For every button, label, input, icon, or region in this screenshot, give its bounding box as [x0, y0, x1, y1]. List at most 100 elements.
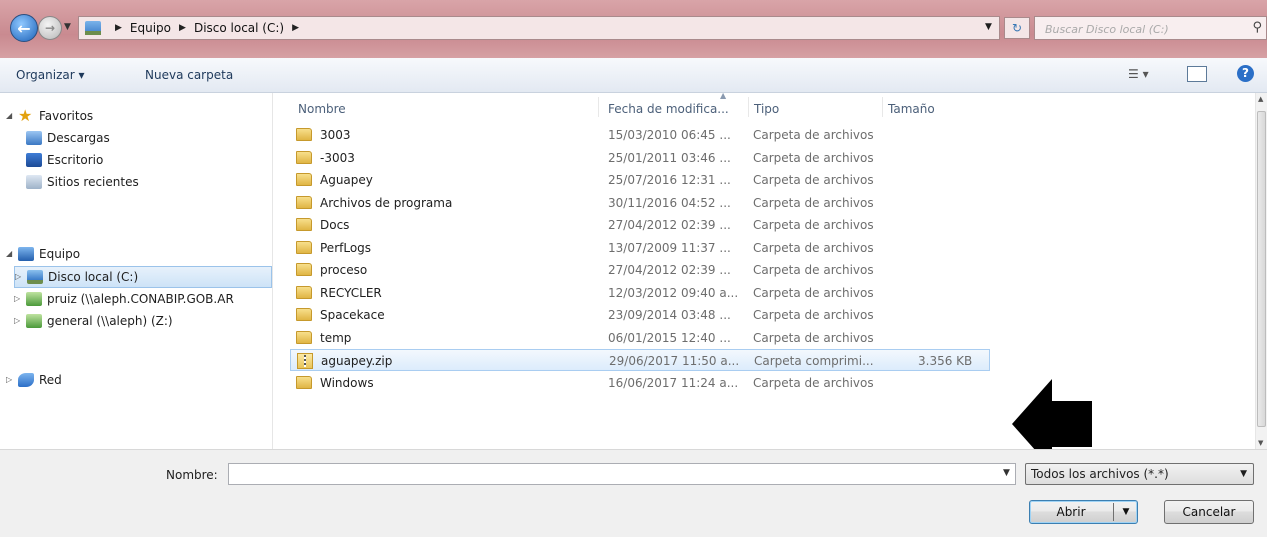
column-name[interactable]: Nombre: [298, 102, 346, 116]
address-history-dropdown[interactable]: ▼: [985, 22, 992, 32]
nav-computer-label: Equipo: [39, 247, 81, 261]
file-date: 27/04/2012 02:39 ...: [608, 263, 731, 277]
nav-item-disco-local[interactable]: ▷ Disco local (C:): [14, 266, 272, 288]
organize-button[interactable]: Organizar ▾: [16, 68, 85, 82]
file-row[interactable]: aguapey.zip 29/06/2017 11:50 a... Carpeta …: [290, 349, 990, 371]
refresh-button[interactable]: ↻: [1004, 17, 1030, 39]
address-bar[interactable]: ▶ Equipo ▶ Disco local (C:) ▶: [78, 16, 1000, 40]
expand-icon[interactable]: ◢: [6, 243, 18, 265]
new-folder-button[interactable]: Nueva carpeta: [145, 68, 233, 82]
computer-icon: [18, 247, 34, 261]
column-divider[interactable]: [882, 97, 883, 117]
nav-item-sitios-recientes[interactable]: Sitios recientes: [26, 171, 139, 193]
nav-item-pruiz[interactable]: ▷ pruiz (\\aleph.CONABIP.GOB.AR: [14, 288, 234, 310]
file-row[interactable]: -3003 25/01/2011 03:46 ... Carpeta de arch…: [290, 147, 990, 169]
nav-network[interactable]: ▷ Red: [6, 369, 62, 391]
open-options-dropdown[interactable]: ▼: [1114, 501, 1138, 523]
search-box[interactable]: ⚲: [1034, 16, 1267, 40]
column-date[interactable]: Fecha de modifica...: [608, 102, 729, 116]
nav-computer[interactable]: ◢ Equipo: [6, 243, 80, 265]
file-type: Carpeta comprimi...: [754, 354, 874, 368]
file-type-select[interactable]: Todos los archivos (*.*) ▼: [1025, 463, 1254, 485]
breadcrumb: ▶ Equipo ▶ Disco local (C:) ▶: [107, 21, 307, 35]
file-name-input[interactable]: [228, 463, 1016, 485]
column-size[interactable]: Tamaño: [888, 102, 935, 116]
file-row[interactable]: 3003 15/03/2010 06:45 ... Carpeta de archi…: [290, 124, 990, 146]
file-row[interactable]: temp 06/01/2015 12:40 ... Carpeta de archi…: [290, 327, 990, 349]
nav-item-label: Disco local (C:): [48, 270, 139, 284]
file-row[interactable]: Windows 16/06/2017 11:24 a... Carpeta de a…: [290, 372, 990, 394]
vertical-scrollbar[interactable]: ▲ ▼: [1255, 93, 1267, 449]
nav-item-label: Descargas: [47, 131, 110, 145]
file-row[interactable]: Archivos de programa 30/11/2016 04:52 ...…: [290, 192, 990, 214]
file-type: Carpeta de archivos: [753, 150, 874, 165]
file-row[interactable]: PerfLogs 13/07/2009 11:37 ... Carpeta de a…: [290, 237, 990, 259]
chevron-right-icon[interactable]: ▶: [292, 23, 299, 33]
cancel-button[interactable]: Cancelar: [1164, 500, 1254, 524]
network-drive-icon: [26, 292, 42, 306]
file-name: Aguapey: [320, 173, 373, 187]
preview-pane-button[interactable]: [1187, 66, 1207, 82]
column-type[interactable]: Tipo: [754, 102, 779, 116]
file-name: Spacekace: [320, 308, 385, 322]
downloads-folder-icon: [26, 131, 42, 145]
folder-icon: [296, 128, 312, 141]
change-view-button[interactable]: ☰ ▾: [1128, 67, 1149, 81]
dialog-footer: Nombre: ▼ Todos los archivos (*.*) ▼ Abr…: [0, 449, 1267, 537]
chevron-right-icon[interactable]: ▶: [179, 23, 186, 33]
collapse-arrow-icon[interactable]: ▷: [6, 369, 18, 391]
scrollbar-thumb[interactable]: [1257, 111, 1266, 427]
nav-item-descargas[interactable]: Descargas: [26, 127, 110, 149]
file-row[interactable]: Spacekace 23/09/2014 03:48 ... Carpeta de …: [290, 304, 990, 326]
folder-icon: [296, 330, 312, 344]
open-button[interactable]: Abrir ▼: [1029, 500, 1138, 524]
nav-item-escritorio[interactable]: Escritorio: [26, 149, 103, 171]
search-input[interactable]: [1043, 18, 1247, 40]
folder-icon: [296, 173, 312, 186]
file-type: Carpeta de archivos: [753, 195, 874, 210]
file-row[interactable]: proceso 27/04/2012 02:39 ... Carpeta de ar…: [290, 259, 990, 281]
breadcrumb-equipo[interactable]: Equipo: [130, 21, 171, 35]
folder-icon: [296, 263, 312, 276]
collapse-arrow-icon[interactable]: ▷: [14, 310, 26, 332]
file-row[interactable]: Docs 27/04/2012 02:39 ... Carpeta de archi…: [290, 214, 990, 236]
nav-network-label: Red: [39, 373, 62, 387]
scroll-up-icon[interactable]: ▲: [1258, 95, 1263, 103]
breadcrumb-disco-local[interactable]: Disco local (C:): [194, 21, 284, 35]
folder-icon: [296, 195, 312, 209]
forward-button[interactable]: →: [38, 16, 62, 40]
file-name: Archivos de programa: [320, 195, 453, 210]
file-date: 30/11/2016 04:52 ...: [608, 195, 731, 210]
scroll-down-icon[interactable]: ▼: [1258, 439, 1263, 447]
network-drive-icon: [26, 314, 42, 328]
desktop-icon: [26, 153, 42, 167]
nav-item-label: pruiz (\\aleph.CONABIP.GOB.AR: [47, 292, 234, 306]
file-type: Carpeta de archivos: [753, 173, 874, 187]
recent-pages-dropdown[interactable]: ▼: [64, 22, 71, 32]
collapse-arrow-icon[interactable]: ▷: [15, 266, 27, 288]
back-button[interactable]: ←: [10, 14, 38, 42]
nav-favorites[interactable]: ◢ ★ Favoritos: [6, 105, 93, 127]
column-divider[interactable]: [748, 97, 749, 117]
nav-item-label: Sitios recientes: [47, 175, 139, 189]
file-name: -3003: [320, 150, 355, 165]
chevron-right-icon[interactable]: ▶: [115, 23, 122, 33]
file-name: 3003: [320, 128, 351, 142]
file-row[interactable]: RECYCLER 12/03/2012 09:40 a... Carpeta de …: [290, 282, 990, 304]
search-icon[interactable]: ⚲: [1252, 20, 1262, 35]
back-arrow-icon: ←: [17, 18, 31, 38]
file-row[interactable]: Aguapey 25/07/2016 12:31 ... Carpeta de ar…: [290, 169, 990, 191]
zip-folder-icon: [297, 353, 313, 369]
folder-icon: [296, 240, 312, 254]
nav-item-label: Escritorio: [47, 153, 104, 167]
collapse-arrow-icon[interactable]: ▷: [14, 288, 26, 310]
folder-icon: [296, 218, 312, 231]
main-area: ◢ ★ Favoritos Descargas Escritorio Sitio…: [0, 91, 1267, 469]
file-date: 29/06/2017 11:50 a...: [609, 354, 740, 368]
file-name-dropdown[interactable]: ▼: [1003, 468, 1010, 478]
help-icon[interactable]: ?: [1237, 65, 1254, 82]
expand-icon[interactable]: ◢: [6, 105, 18, 127]
file-name: RECYCLER: [320, 285, 382, 300]
column-divider[interactable]: [598, 97, 599, 117]
nav-item-general[interactable]: ▷ general (\\aleph) (Z:): [14, 310, 173, 332]
